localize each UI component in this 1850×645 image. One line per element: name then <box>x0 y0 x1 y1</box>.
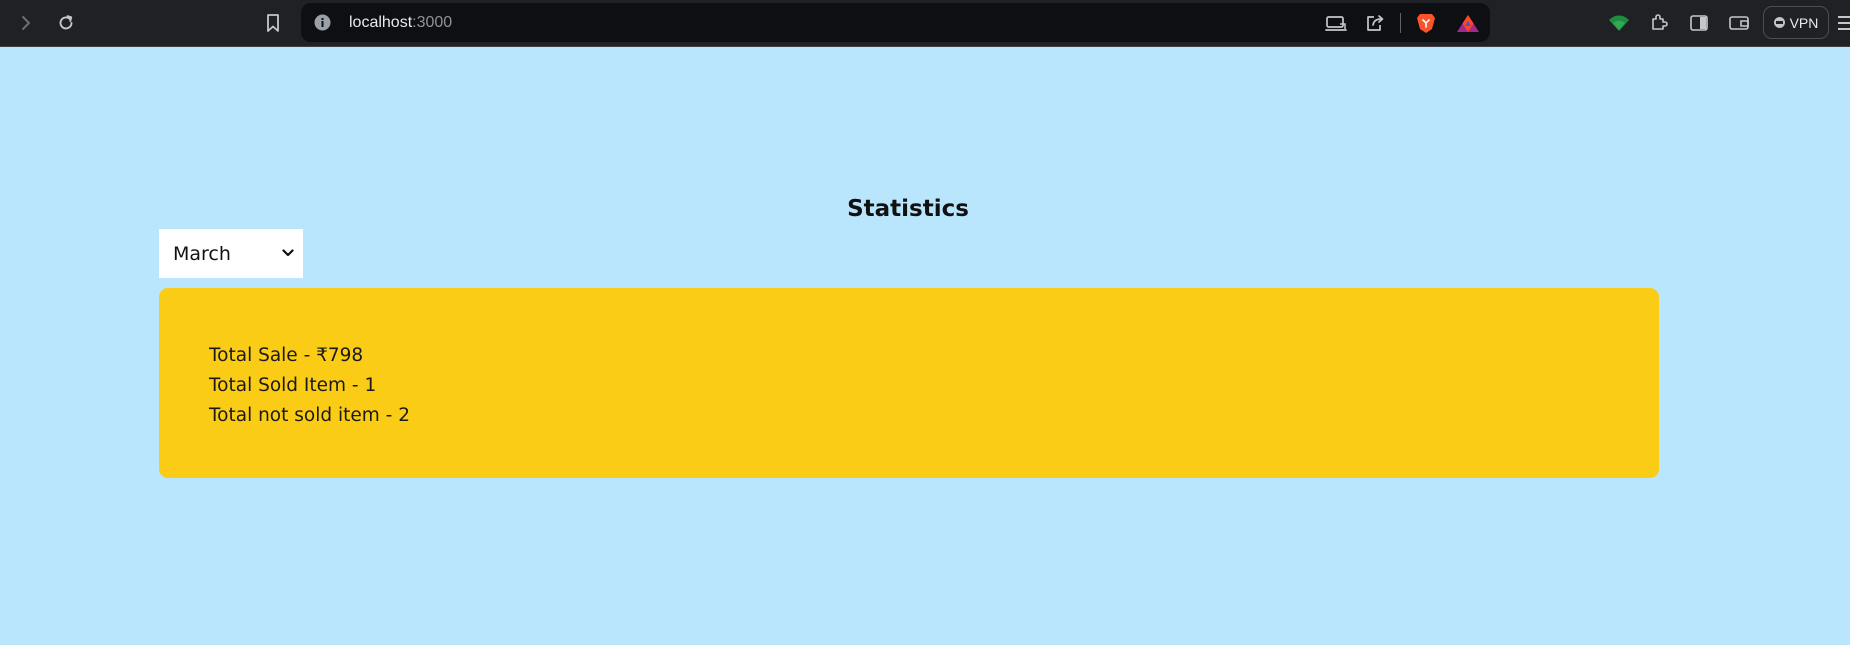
page-title: Statistics <box>847 196 969 222</box>
total-not-sold-items-text: Total not sold item - 2 <box>209 405 410 426</box>
address-bar[interactable]: localhost:3000 <box>301 3 1490 42</box>
brave-shield-icon <box>1417 14 1435 33</box>
brave-rewards-button[interactable] <box>1455 10 1481 36</box>
url-host: localhost <box>349 14 413 31</box>
browser-toolbar: localhost:3000 VPN <box>0 0 1850 47</box>
bookmark-button[interactable] <box>258 8 288 38</box>
sidebar-icon <box>1690 15 1708 31</box>
url-text[interactable]: localhost:3000 <box>349 13 452 32</box>
share-icon <box>1367 15 1384 31</box>
statistics-card: Total Sale - ₹798 Total Sold Item - 1 To… <box>159 288 1659 478</box>
wifi-icon <box>1609 15 1629 31</box>
info-icon[interactable] <box>313 13 332 32</box>
chevron-down-icon <box>282 249 294 257</box>
sidebar-button[interactable] <box>1684 8 1714 38</box>
wallet-icon <box>1729 16 1749 30</box>
menu-icon[interactable] <box>1838 14 1850 32</box>
reload-button[interactable] <box>51 8 81 38</box>
share-button[interactable] <box>1362 10 1388 36</box>
brave-shield-button[interactable] <box>1413 10 1439 36</box>
reload-icon <box>59 15 73 30</box>
url-port: :3000 <box>412 14 453 31</box>
vpn-button[interactable]: VPN <box>1763 6 1829 39</box>
extensions-icon <box>1652 14 1668 30</box>
bookmark-icon <box>267 14 279 32</box>
forward-icon <box>22 16 30 30</box>
total-sale-text: Total Sale - ₹798 <box>209 345 364 366</box>
total-sold-items-text: Total Sold Item - 1 <box>209 375 377 396</box>
brave-rewards-icon <box>1457 15 1479 32</box>
extensions-button[interactable] <box>1644 8 1674 38</box>
toolbar-divider <box>1400 13 1401 33</box>
cast-icon <box>1325 16 1347 31</box>
vpn-label: VPN <box>1789 14 1819 31</box>
month-select-value: March <box>173 242 231 265</box>
wallet-button[interactable] <box>1724 8 1754 38</box>
statistics-list: Total Sale - ₹798 Total Sold Item - 1 To… <box>209 341 410 431</box>
vpn-status-icon <box>1773 17 1785 28</box>
forward-button[interactable] <box>11 8 41 38</box>
wifi-extension-button[interactable] <box>1604 8 1634 38</box>
month-select[interactable]: March <box>159 229 303 278</box>
cast-button[interactable] <box>1323 10 1349 36</box>
